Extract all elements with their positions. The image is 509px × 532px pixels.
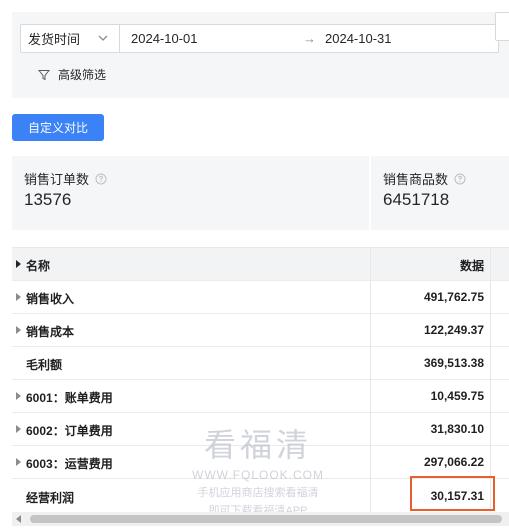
stat-value: 13576 <box>24 190 72 209</box>
horizontal-scrollbar[interactable] <box>12 512 509 526</box>
filter-icon <box>38 69 50 80</box>
expand-icon[interactable] <box>16 293 21 301</box>
custom-compare-button[interactable]: 自定义对比 <box>12 114 104 141</box>
date-range-filter: 发货时间 2024-10-01 → 2024-10-31 <box>20 24 499 53</box>
expand-icon[interactable] <box>16 392 21 400</box>
row-value: 122,249.37 <box>423 323 484 337</box>
header-value: 数据 <box>459 259 484 273</box>
table-row: 毛利额 369,513.38 <box>12 347 509 380</box>
advanced-filter-button[interactable]: 高级筛选 <box>38 66 106 83</box>
help-icon[interactable] <box>95 173 107 185</box>
date-field-label: 发货时间 <box>28 32 81 47</box>
end-date-input[interactable]: 2024-10-31 <box>325 31 392 46</box>
expand-icon[interactable] <box>16 425 21 433</box>
date-field-select[interactable]: 发货时间 <box>21 25 120 52</box>
row-name: 6001：账单费用 <box>26 391 113 405</box>
table-header-row: 名称 数据 <box>12 248 509 281</box>
stat-label: 销售订单数 <box>24 172 90 187</box>
scrollbar-thumb[interactable] <box>30 515 502 523</box>
table-row[interactable]: 销售成本 122,249.37 <box>12 314 509 347</box>
chevron-down-icon <box>98 35 108 41</box>
row-name: 销售收入 <box>26 292 75 306</box>
arrow-right-icon: → <box>303 31 316 46</box>
row-name: 销售成本 <box>26 325 75 339</box>
expand-icon[interactable] <box>16 326 21 334</box>
table-row[interactable]: 6003：运营费用 297,066.22 <box>12 446 509 479</box>
expand-icon[interactable] <box>16 458 21 466</box>
filter-panel: 发货时间 2024-10-01 → 2024-10-31 高级筛选 <box>12 12 509 98</box>
row-name: 毛利额 <box>26 358 63 372</box>
profit-table: 名称 数据 销售收入 491,762.75 销售成本 122,249.37 毛利… <box>12 247 509 512</box>
row-value: 297,066.22 <box>423 455 484 469</box>
start-date-input[interactable]: 2024-10-01 <box>131 31 198 46</box>
advanced-filter-label: 高级筛选 <box>58 68 107 82</box>
partial-control[interactable] <box>495 12 509 41</box>
header-name: 名称 <box>26 259 51 273</box>
stat-card-items: 销售商品数 6451718 <box>371 156 509 230</box>
row-value: 31,830.10 <box>430 422 484 436</box>
row-value: 491,762.75 <box>423 290 484 304</box>
table-row[interactable]: 销售收入 491,762.75 <box>12 281 509 314</box>
row-name: 6002：订单费用 <box>26 424 113 438</box>
stat-value: 6451718 <box>383 190 450 209</box>
row-name: 6003：运营费用 <box>26 457 113 471</box>
stat-card-orders: 销售订单数 13576 <box>12 156 369 230</box>
row-value: 369,513.38 <box>423 356 484 370</box>
row-value: 10,459.75 <box>430 389 484 403</box>
highlight-box <box>410 476 495 511</box>
row-name: 经营利润 <box>26 491 75 505</box>
expand-all-icon[interactable] <box>16 260 21 268</box>
table-row[interactable]: 6002：订单费用 31,830.10 <box>12 413 509 446</box>
scroll-left-icon[interactable] <box>16 515 21 523</box>
stat-label: 销售商品数 <box>383 172 449 187</box>
help-icon[interactable] <box>454 173 466 185</box>
table-row[interactable]: 6001：账单费用 10,459.75 <box>12 380 509 413</box>
